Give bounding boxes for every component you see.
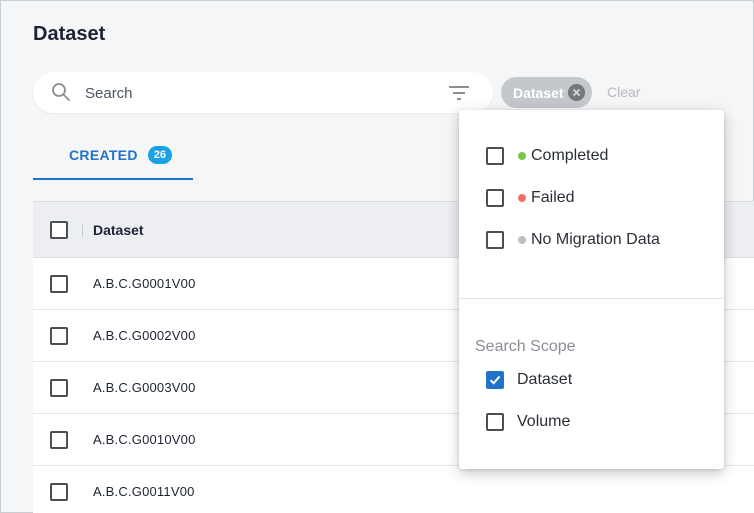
row-checkbox[interactable] [50, 482, 68, 501]
table-row[interactable]: A.B.C.G0011V00 [33, 466, 754, 513]
search-input[interactable] [85, 82, 435, 104]
filter-icon[interactable] [447, 82, 471, 104]
status-option-completed[interactable]: Completed [486, 144, 608, 168]
count-badge: 26 [147, 146, 172, 164]
row-checkbox[interactable] [50, 274, 68, 293]
row-dataset-name: A.B.C.G0002V00 [93, 328, 196, 343]
status-dot-green [518, 152, 526, 160]
scope-option-volume[interactable]: Volume [486, 410, 570, 434]
failed-checkbox[interactable] [486, 189, 504, 207]
row-checkbox[interactable] [50, 430, 68, 449]
option-label: Volume [517, 413, 571, 430]
checkmark-icon [489, 375, 501, 385]
search-bar [33, 72, 493, 113]
search-scope-title: Search Scope [475, 338, 576, 355]
tab-created[interactable]: CREATED 26 [33, 141, 193, 180]
page-title: Dataset [33, 23, 106, 45]
close-icon[interactable] [568, 84, 585, 101]
option-label: No Migration Data [531, 231, 660, 248]
tab-label: CREATED [69, 147, 138, 163]
row-checkbox[interactable] [50, 378, 68, 397]
option-label: Dataset [517, 371, 573, 388]
menu-divider [459, 298, 724, 299]
clear-filters-link[interactable]: Clear [607, 84, 640, 100]
row-checkbox[interactable] [50, 326, 68, 345]
column-header-dataset[interactable]: Dataset [93, 222, 144, 238]
status-dot-red [518, 194, 526, 202]
filter-chip-dataset: Dataset [501, 77, 592, 108]
dataset-scope-checkbox[interactable] [486, 371, 504, 389]
volume-scope-checkbox[interactable] [486, 413, 504, 431]
filter-dropdown: Completed Failed No Migration Data Searc… [459, 110, 724, 469]
row-dataset-name: A.B.C.G0003V00 [93, 380, 196, 395]
no-migration-data-checkbox[interactable] [486, 231, 504, 249]
column-divider [82, 222, 83, 237]
scope-option-dataset[interactable]: Dataset [486, 368, 572, 392]
option-label: Failed [531, 189, 575, 206]
completed-checkbox[interactable] [486, 147, 504, 165]
search-icon [52, 83, 70, 101]
filter-chip-label: Dataset [513, 84, 564, 101]
option-label: Completed [531, 147, 609, 164]
row-dataset-name: A.B.C.G0001V00 [93, 276, 196, 291]
status-option-failed[interactable]: Failed [486, 186, 575, 210]
status-option-no-migration-data[interactable]: No Migration Data [486, 228, 660, 252]
row-dataset-name: A.B.C.G0010V00 [93, 432, 196, 447]
select-all-checkbox[interactable] [50, 220, 68, 239]
status-dot-gray [518, 236, 526, 244]
row-dataset-name: A.B.C.G0011V00 [93, 484, 195, 499]
